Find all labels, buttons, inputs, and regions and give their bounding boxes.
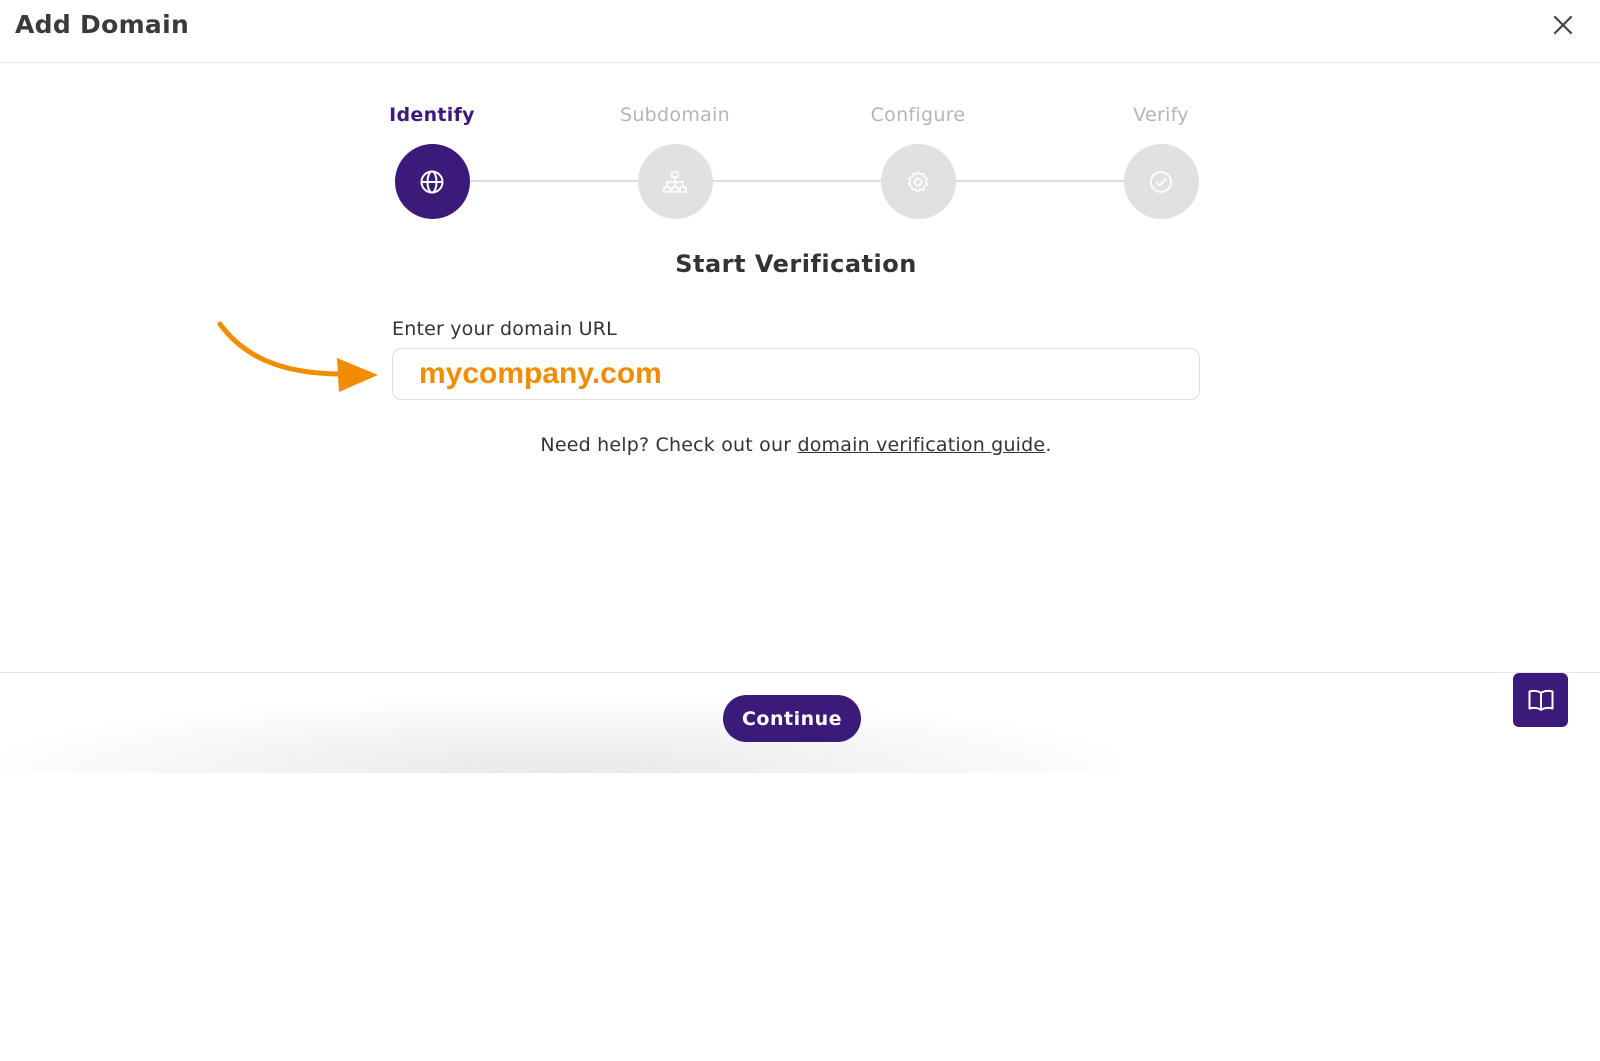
step-label: Identify <box>389 104 475 126</box>
step-subdomain[interactable]: Subdomain <box>585 100 765 219</box>
domain-verification-guide-link[interactable]: domain verification guide <box>797 434 1045 456</box>
step-circle <box>394 144 470 219</box>
step-circle <box>1123 144 1199 219</box>
help-text-prefix: Need help? Check out our <box>540 434 798 456</box>
annotation-arrow-icon <box>217 321 378 392</box>
sitemap-icon <box>663 170 687 193</box>
step-verify[interactable]: Verify <box>1071 100 1251 219</box>
step-circle <box>637 144 713 219</box>
step-circle <box>880 144 956 219</box>
step-identify[interactable]: Identify <box>342 100 522 219</box>
step-label: Subdomain <box>619 104 731 126</box>
stepper: Identify Subdomain Configure Verify <box>0 0 1600 240</box>
book-icon <box>1528 689 1553 711</box>
continue-button[interactable]: Continue <box>723 695 861 742</box>
footer-divider <box>0 672 1600 673</box>
add-domain-modal: Add Domain Identify Subdomain Configure … <box>0 0 1600 773</box>
step-configure[interactable]: Configure <box>828 100 1008 219</box>
step-label: Configure <box>870 104 966 126</box>
check-circle-icon <box>1150 170 1172 193</box>
help-docs-button[interactable] <box>1513 673 1568 727</box>
step-label: Verify <box>1133 104 1189 126</box>
section-title: Start Verification <box>675 250 917 278</box>
help-text: Need help? Check out our domain verifica… <box>0 434 1592 456</box>
domain-url-input[interactable] <box>392 348 1200 400</box>
footer-shadow <box>0 700 1120 773</box>
gear-icon <box>907 170 929 193</box>
globe-icon <box>420 170 444 193</box>
help-text-suffix: . <box>1045 434 1052 456</box>
domain-url-label: Enter your domain URL <box>392 318 617 340</box>
